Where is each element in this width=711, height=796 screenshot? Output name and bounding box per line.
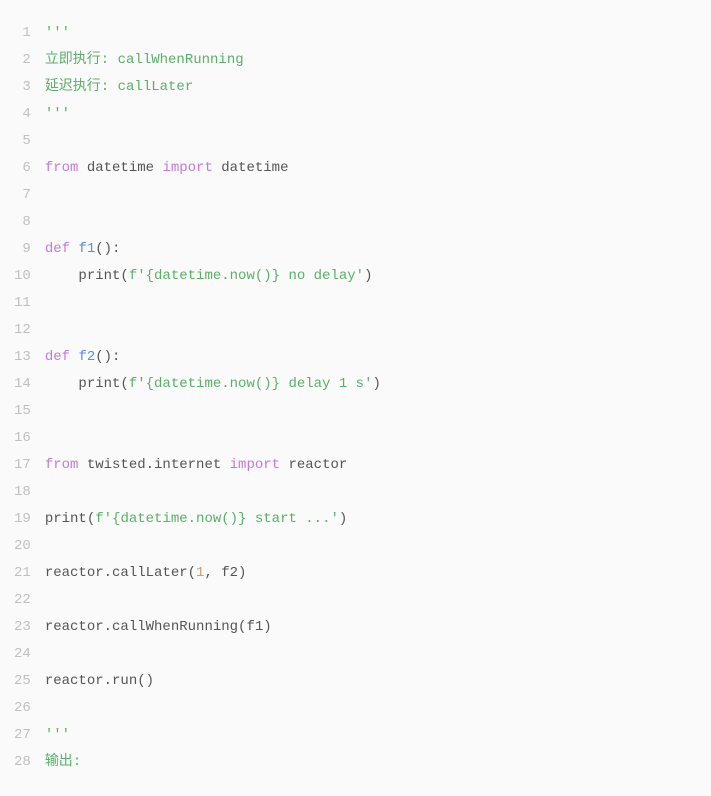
code-line	[45, 128, 711, 155]
line-number: 28	[14, 749, 31, 776]
code-line	[45, 641, 711, 668]
line-number: 1	[14, 20, 31, 47]
line-number: 26	[14, 695, 31, 722]
code-line: '''	[45, 20, 711, 47]
line-number: 18	[14, 479, 31, 506]
line-number: 13	[14, 344, 31, 371]
code-line	[45, 533, 711, 560]
line-number: 25	[14, 668, 31, 695]
code-line	[45, 317, 711, 344]
line-number: 3	[14, 74, 31, 101]
code-line: 输出:	[45, 749, 711, 776]
line-number-gutter: 1 2 3 4 5 6 7 8 9 10 11 12 13 14 15 16 1…	[0, 20, 45, 776]
code-content: ''' 立即执行: callWhenRunning 延迟执行: callLate…	[45, 20, 711, 776]
line-number: 15	[14, 398, 31, 425]
code-line: reactor.run()	[45, 668, 711, 695]
line-number: 20	[14, 533, 31, 560]
line-number: 9	[14, 236, 31, 263]
code-line: from twisted.internet import reactor	[45, 452, 711, 479]
code-line	[45, 398, 711, 425]
line-number: 6	[14, 155, 31, 182]
code-line	[45, 425, 711, 452]
code-line: 延迟执行: callLater	[45, 74, 711, 101]
line-number: 7	[14, 182, 31, 209]
line-number: 12	[14, 317, 31, 344]
line-number: 22	[14, 587, 31, 614]
code-line: print(f'{datetime.now()} delay 1 s')	[45, 371, 711, 398]
code-line: def f1():	[45, 236, 711, 263]
code-line	[45, 209, 711, 236]
line-number: 8	[14, 209, 31, 236]
line-number: 4	[14, 101, 31, 128]
code-line	[45, 182, 711, 209]
line-number: 2	[14, 47, 31, 74]
line-number: 14	[14, 371, 31, 398]
code-line: reactor.callWhenRunning(f1)	[45, 614, 711, 641]
code-line	[45, 587, 711, 614]
code-line	[45, 695, 711, 722]
line-number: 11	[14, 290, 31, 317]
line-number: 27	[14, 722, 31, 749]
code-line: def f2():	[45, 344, 711, 371]
line-number: 19	[14, 506, 31, 533]
line-number: 5	[14, 128, 31, 155]
line-number: 17	[14, 452, 31, 479]
line-number: 16	[14, 425, 31, 452]
line-number: 10	[14, 263, 31, 290]
line-number: 23	[14, 614, 31, 641]
code-line: print(f'{datetime.now()} no delay')	[45, 263, 711, 290]
code-line: reactor.callLater(1, f2)	[45, 560, 711, 587]
code-line: '''	[45, 101, 711, 128]
code-line: from datetime import datetime	[45, 155, 711, 182]
code-line: 立即执行: callWhenRunning	[45, 47, 711, 74]
code-line: '''	[45, 722, 711, 749]
line-number: 24	[14, 641, 31, 668]
line-number: 21	[14, 560, 31, 587]
code-line	[45, 290, 711, 317]
code-line: print(f'{datetime.now()} start ...')	[45, 506, 711, 533]
code-block: 1 2 3 4 5 6 7 8 9 10 11 12 13 14 15 16 1…	[0, 0, 711, 796]
code-line	[45, 479, 711, 506]
